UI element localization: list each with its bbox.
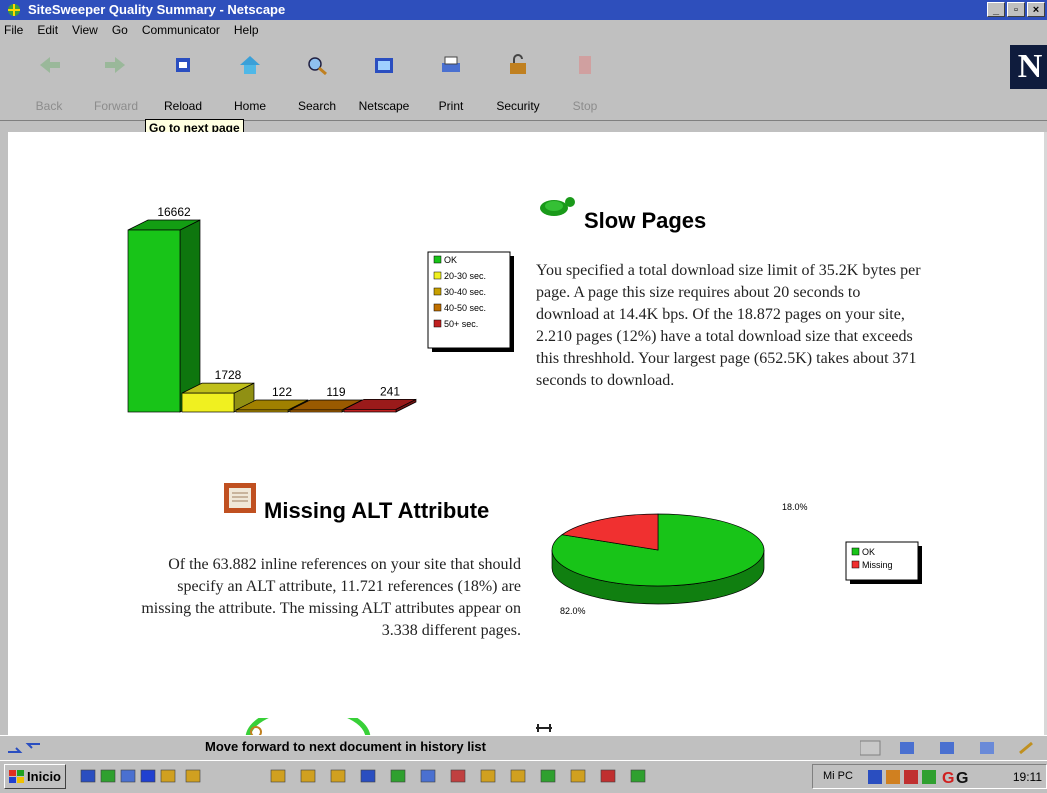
home-icon: [240, 56, 260, 74]
bar-value-label: 1728: [215, 368, 242, 382]
svg-text:G: G: [956, 770, 968, 786]
missing-alt-heading: Missing ALT Attribute: [264, 498, 490, 523]
taskbar-app-icon[interactable]: [630, 768, 646, 784]
window-titlebar[interactable]: SiteSweeper Quality Summary - Netscape _…: [0, 0, 1047, 20]
minimize-button[interactable]: _: [987, 2, 1005, 17]
taskbar-app-icon[interactable]: [140, 768, 156, 784]
legend-swatch: [851, 560, 860, 569]
menu-view[interactable]: View: [72, 23, 98, 37]
taskbar-app-icon[interactable]: [420, 768, 436, 784]
back-arrow-icon: [40, 57, 60, 73]
page-content[interactable]: 16662 1728 122 119 241 OK 20-30 sec. 30-40 sec…: [8, 132, 1047, 735]
windows-logo-icon: [9, 770, 24, 783]
clock[interactable]: 19:11: [1013, 770, 1042, 784]
legend-label: 50+ sec.: [444, 319, 478, 329]
start-label: Inicio: [27, 769, 61, 784]
menu-file[interactable]: File: [4, 23, 23, 37]
home-button[interactable]: Home: [219, 44, 281, 118]
taskbar-app-icon[interactable]: [540, 768, 556, 784]
search-icon: [308, 57, 327, 76]
turtle-icon: [540, 197, 575, 216]
slow-pages-bar-chart: 16662 1728 122 119 241 OK 20-30 sec. 30-40 sec…: [127, 205, 514, 413]
bar-value-label: 241: [380, 384, 400, 398]
bar-value-label: 122: [272, 385, 292, 399]
image-frame-icon: [224, 483, 256, 513]
netscape-app-icon: [8, 4, 20, 16]
svg-text:G: G: [942, 770, 954, 786]
close-button[interactable]: ×: [1027, 2, 1045, 17]
menu-communicator[interactable]: Communicator: [142, 23, 220, 37]
status-bar: Move forward to next document in history…: [0, 735, 1047, 760]
print-button[interactable]: Print: [420, 44, 482, 118]
menu-help[interactable]: Help: [234, 23, 259, 37]
bar-value-label: 16662: [157, 205, 191, 219]
legend-swatch: [433, 287, 442, 296]
legend-swatch: [851, 547, 860, 556]
bar-value-label: 119: [326, 385, 345, 399]
pie-label-ok: 82.0%: [560, 606, 586, 616]
maximize-button[interactable]: ▫: [1007, 2, 1025, 17]
legend-swatch: [433, 319, 442, 328]
taskbar-app-icon[interactable]: [300, 768, 316, 784]
netscape-icon: [375, 58, 393, 73]
menu-edit[interactable]: Edit: [37, 23, 58, 37]
legend-label: OK: [444, 255, 457, 265]
netscape-button[interactable]: Netscape: [353, 44, 415, 118]
menu-go[interactable]: Go: [112, 23, 128, 37]
system-tray: Mi PC GG 19:11: [812, 764, 1047, 789]
taskbar-app-icon[interactable]: [120, 768, 136, 784]
slow-pages-text: You specified a total download size limi…: [536, 262, 921, 389]
taskbar-app-icon[interactable]: [330, 768, 346, 784]
taskbar-app-icon[interactable]: [270, 768, 286, 784]
reload-button[interactable]: Reload: [152, 44, 214, 118]
taskbar-app-icon[interactable]: [160, 768, 176, 784]
next-section-icon-2: [536, 724, 552, 732]
start-button[interactable]: Inicio: [4, 764, 66, 789]
missing-alt-text: Of the 63.882 inline references on your …: [141, 556, 521, 639]
forward-button[interactable]: Forward: [85, 44, 147, 118]
taskbar-app-icon[interactable]: [570, 768, 586, 784]
search-button[interactable]: Search: [286, 44, 348, 118]
taskbar: Inicio Mi PC GG 19:11: [0, 760, 1047, 793]
forward-arrow-icon: [105, 57, 125, 73]
taskbar-app-icon[interactable]: [450, 768, 466, 784]
connection-icon: [8, 743, 40, 753]
status-tray-icons: [860, 740, 1033, 756]
slow-pages-heading: Slow Pages: [584, 208, 707, 233]
tray-icons: GG: [868, 770, 968, 786]
lock-icon: [510, 54, 526, 74]
legend-label: 40-50 sec.: [444, 303, 486, 313]
stop-icon: [579, 56, 591, 74]
taskbar-app-icon[interactable]: [100, 768, 116, 784]
taskbar-app-icon[interactable]: [600, 768, 616, 784]
stop-button[interactable]: Stop: [554, 44, 616, 118]
bar-0: [127, 219, 201, 413]
taskbar-app-icon[interactable]: [80, 768, 96, 784]
reload-icon: [176, 58, 190, 72]
window-title: SiteSweeper Quality Summary - Netscape: [28, 2, 286, 17]
pie-label-missing: 18.0%: [782, 502, 808, 512]
legend-swatch: [433, 271, 442, 280]
taskbar-app-icon[interactable]: [510, 768, 526, 784]
taskbar-app-icon[interactable]: [390, 768, 406, 784]
status-text: Move forward to next document in history…: [205, 739, 486, 754]
legend-label: OK: [862, 547, 875, 557]
taskbar-app-icon[interactable]: [360, 768, 376, 784]
back-button[interactable]: Back: [18, 44, 80, 118]
legend-label: 20-30 sec.: [444, 271, 486, 281]
navigation-toolbar: Back Forward Reload Home Search Netscape…: [0, 40, 1047, 120]
tray-label[interactable]: Mi PC: [823, 770, 853, 782]
missing-alt-pie-chart: 82.0% 18.0% OK Missing: [551, 502, 922, 616]
next-section-icon: [245, 718, 371, 735]
legend-swatch: [433, 303, 442, 312]
legend-swatch: [433, 255, 442, 264]
print-icon: [442, 56, 460, 72]
netscape-logo[interactable]: N: [1010, 45, 1047, 89]
taskbar-app-icon[interactable]: [185, 768, 201, 784]
legend-label: 30-40 sec.: [444, 287, 486, 297]
legend-label: Missing: [862, 560, 893, 570]
taskbar-app-icon[interactable]: [480, 768, 496, 784]
menu-bar: File Edit View Go Communicator Help: [0, 20, 1047, 39]
security-button[interactable]: Security: [487, 44, 549, 118]
